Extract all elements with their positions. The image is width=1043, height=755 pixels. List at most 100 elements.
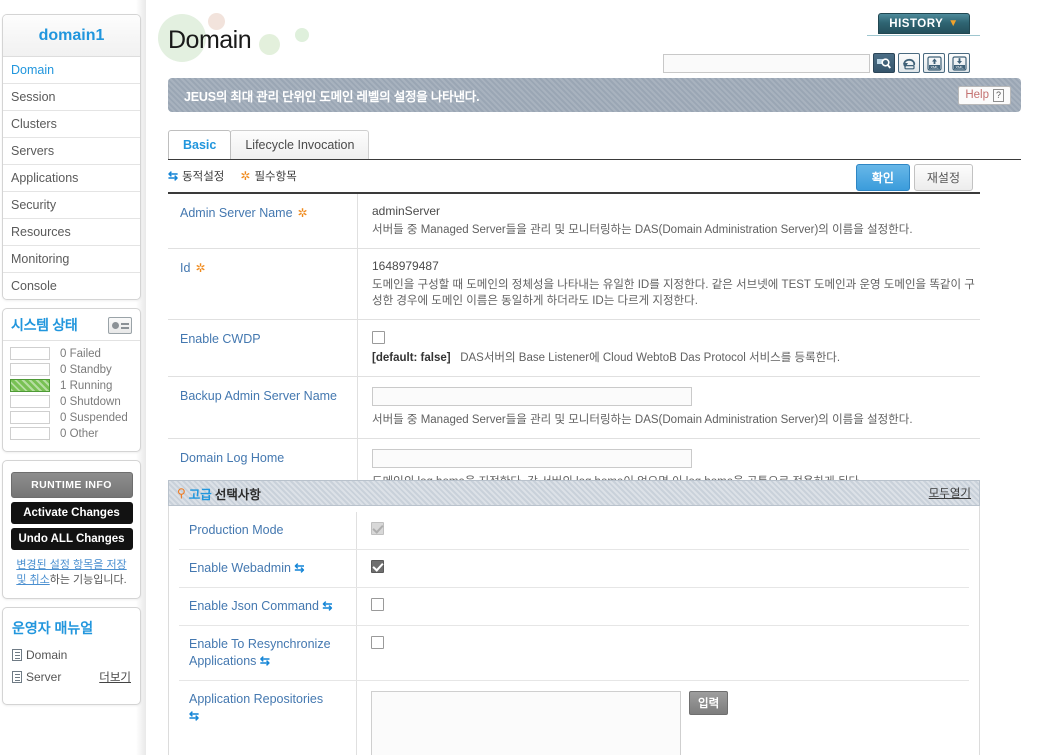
search-input[interactable] xyxy=(663,53,870,73)
form-value-enable-cwdp: [default: false] DAS서버의 Base Listener에 C… xyxy=(358,320,980,376)
form-label-backup-admin-server-name: Backup Admin Server Name xyxy=(168,377,358,439)
sidebar-item-console[interactable]: Console xyxy=(3,273,140,299)
legend-dynamic-label: 동적설정 xyxy=(182,171,225,183)
asterisk-icon: ✲ xyxy=(195,261,206,275)
status-bar-other xyxy=(10,427,50,440)
adv-label-enable-to-resynchronize-applications: Enable To Resynchronize Applications ⇆ xyxy=(179,626,357,680)
manual-card: 운영자 매뉴얼 Domain Server 더보기 xyxy=(2,607,141,705)
info-banner-text: JEUS의 최대 관리 단위인 도메인 레벨의 설정을 나타낸다. xyxy=(184,89,480,104)
manual-item-domain-label: Domain xyxy=(26,648,68,662)
runtime-info-button[interactable]: RUNTIME INFO xyxy=(10,472,133,498)
status-label-running: 1 Running xyxy=(60,379,113,392)
changes-card: RUNTIME INFO Activate Changes Undo ALL C… xyxy=(2,460,141,599)
monitor-icon[interactable] xyxy=(108,316,132,334)
sidebar-item-resources[interactable]: Resources xyxy=(3,219,140,246)
form-row-id: Id ✲ 1648979487 도메인을 구성할 때 도메인의 정체성을 나타내… xyxy=(168,249,980,320)
id-desc: 도메인을 구성할 때 도메인의 정체성을 나타내는 유일한 ID를 지정한다. … xyxy=(372,279,975,307)
form-row-admin-server-name: Admin Server Name ✲ adminServer 서버들 중 Ma… xyxy=(168,194,980,249)
enable-to-resynchronize-applications-checkbox[interactable] xyxy=(371,636,384,649)
label-text: Enable Webadmin xyxy=(189,561,291,575)
manual-item-server-label: Server xyxy=(26,670,62,684)
enable-cwdp-default-tag: [default: false] xyxy=(372,352,451,365)
reset-button[interactable]: 재설정 xyxy=(913,164,973,191)
asterisk-icon: ✲ xyxy=(297,206,308,220)
sidebar-item-domain[interactable]: Domain xyxy=(3,57,140,84)
help-label: Help xyxy=(965,89,989,101)
enable-cwdp-checkbox[interactable] xyxy=(372,331,385,345)
sync-icon: ⇆ xyxy=(259,654,270,668)
manual-item-server[interactable]: Server 더보기 xyxy=(3,667,140,690)
info-banner: JEUS의 최대 관리 단위인 도메인 레벨의 설정을 나타낸다. Help ? xyxy=(168,78,1021,112)
sidebar-item-applications[interactable]: Applications xyxy=(3,165,140,192)
enable-cwdp-desc-text: DAS서버의 Base Listener에 Cloud WebtoB Das P… xyxy=(460,352,841,365)
xml-import-icon[interactable]: XML xyxy=(923,53,945,73)
pin-icon: ⚲ xyxy=(177,486,186,500)
adv-value-enable-webadmin xyxy=(357,550,969,587)
decorative-circle-medium xyxy=(259,34,280,55)
enable-json-command-checkbox[interactable] xyxy=(371,598,384,611)
backup-admin-server-name-desc: 서버들 중 Managed Server들을 관리 및 모니터링하는 DAS(D… xyxy=(372,414,913,427)
sidebar-item-security[interactable]: Security xyxy=(3,192,140,219)
tab-basic[interactable]: Basic xyxy=(168,130,232,159)
backup-admin-server-name-input[interactable] xyxy=(372,387,692,407)
tab-lifecycle-invocation[interactable]: Lifecycle Invocation xyxy=(230,130,370,159)
tab-underline xyxy=(168,159,1021,160)
production-mode-checkbox xyxy=(371,522,384,535)
adv-row-enable-to-resynchronize-applications: Enable To Resynchronize Applications ⇆ xyxy=(179,626,969,681)
adv-row-enable-webadmin: Enable Webadmin ⇆ xyxy=(179,550,969,588)
form-value-backup-admin-server-name: 서버들 중 Managed Server들을 관리 및 모니터링하는 DAS(D… xyxy=(358,377,980,438)
form-row-enable-cwdp: Enable CWDP [default: false] DAS서버의 Base… xyxy=(168,320,980,378)
svg-text:XML: XML xyxy=(955,64,964,69)
form-label-id: Id ✲ xyxy=(168,249,358,319)
form-value-id: 1648979487 도메인을 구성할 때 도메인의 정체성을 나타내는 유일한… xyxy=(358,249,980,319)
undo-all-changes-button[interactable]: Undo ALL Changes xyxy=(10,528,133,550)
label-text: Production Mode xyxy=(189,523,284,537)
manual-item-domain[interactable]: Domain xyxy=(3,646,140,667)
system-status-list: 0 Failed 0 Standby 1 Running 0 Shutdown … xyxy=(3,341,140,451)
sidebar-domain-title: domain1 xyxy=(3,15,140,57)
form-row-backup-admin-server-name: Backup Admin Server Name 서버들 중 Managed S… xyxy=(168,377,980,440)
legend-required-field: ✲ 필수항목 xyxy=(240,168,296,184)
domain-log-home-input[interactable] xyxy=(372,449,692,469)
form-value-admin-server-name: adminServer 서버들 중 Managed Server들을 관리 및 … xyxy=(358,194,980,248)
application-repositories-input-button[interactable]: 입력 xyxy=(689,691,729,715)
adv-value-enable-to-resynchronize-applications xyxy=(357,626,969,680)
status-label-shutdown: 0 Shutdown xyxy=(60,395,121,408)
help-button[interactable]: Help ? xyxy=(958,85,1011,105)
adv-label-enable-webadmin: Enable Webadmin ⇆ xyxy=(179,550,357,587)
status-label-other: 0 Other xyxy=(60,427,99,440)
history-button[interactable]: HISTORY ▼ xyxy=(878,13,970,34)
manual-more-link[interactable]: 더보기 xyxy=(99,669,131,685)
system-status-title: 시스템 상태 xyxy=(11,317,78,333)
changes-note: 변경된 설정 항목을 저장 및 취소하는 기능입니다. xyxy=(3,554,140,598)
enable-webadmin-checkbox[interactable] xyxy=(371,560,384,573)
advanced-section: ⚲ 고급 선택사항 모두열기 Production Mode Enable We xyxy=(168,480,980,755)
sidebar-item-servers[interactable]: Servers xyxy=(3,138,140,165)
sidebar-item-session[interactable]: Session xyxy=(3,84,140,111)
sidebar-nav-card: domain1 Domain Session Clusters Servers … xyxy=(2,14,141,300)
history-underline xyxy=(867,35,980,36)
open-all-link[interactable]: 모두열기 xyxy=(929,485,971,501)
sidebar-item-clusters[interactable]: Clusters xyxy=(3,111,140,138)
advanced-section-body: Production Mode Enable Webadmin ⇆ Enable… xyxy=(168,506,980,755)
page-title: Domain xyxy=(168,26,252,54)
search-toolbar: XML XML xyxy=(663,53,970,73)
application-repositories-textarea[interactable] xyxy=(371,691,681,755)
sidebar-item-monitoring[interactable]: Monitoring xyxy=(3,246,140,273)
xml-export-icon[interactable]: XML xyxy=(948,53,970,73)
activate-changes-button[interactable]: Activate Changes xyxy=(10,502,133,524)
confirm-button[interactable]: 확인 xyxy=(855,164,910,191)
search-icon[interactable] xyxy=(873,53,895,73)
adv-value-enable-json-command xyxy=(357,588,969,625)
form-label-admin-server-name: Admin Server Name ✲ xyxy=(168,194,358,248)
label-text: Backup Admin Server Name xyxy=(180,389,338,404)
tab-bar: Basic Lifecycle Invocation xyxy=(168,130,370,159)
status-label-standby: 0 Standby xyxy=(60,363,112,376)
status-row-suspended: 0 Suspended xyxy=(10,411,133,424)
form-label-enable-cwdp: Enable CWDP xyxy=(168,320,358,377)
sync-icon: ⇆ xyxy=(189,709,200,723)
legend-required-label: 필수항목 xyxy=(254,171,297,183)
refresh-icon[interactable] xyxy=(898,53,920,73)
system-status-header: 시스템 상태 xyxy=(3,309,140,341)
sync-icon: ⇆ xyxy=(168,169,179,183)
